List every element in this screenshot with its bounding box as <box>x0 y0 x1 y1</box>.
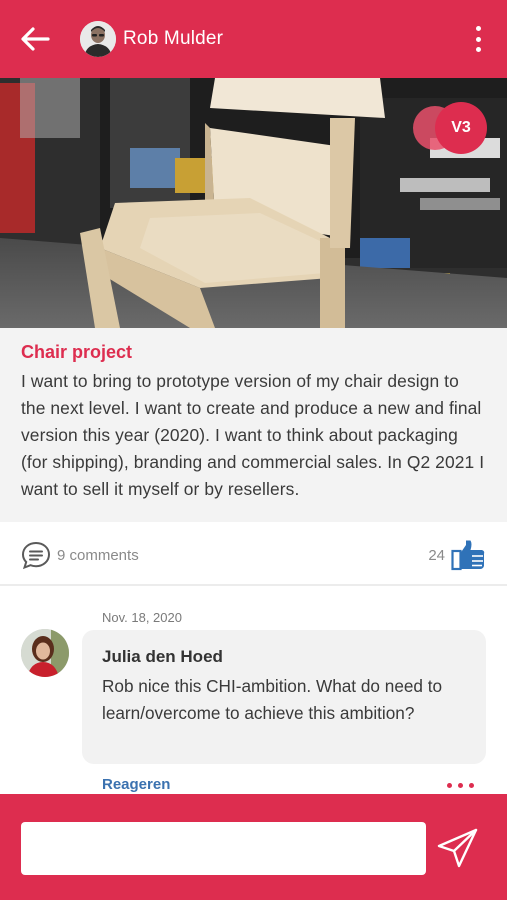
more-horizontal-icon <box>447 783 452 788</box>
comment-input[interactable] <box>21 822 426 875</box>
comment-composer-bar <box>0 794 507 900</box>
user-avatar[interactable] <box>80 21 116 57</box>
likes-count: 24 <box>428 546 445 564</box>
page-title: Rob Mulder <box>123 28 224 49</box>
post-stats: 9 comments 24 <box>0 522 507 586</box>
like-button[interactable]: 24 <box>428 539 487 571</box>
project-title: Chair project <box>21 342 133 362</box>
version-badge[interactable]: V3 <box>407 102 487 154</box>
project-body: I want to bring to prototype version of … <box>21 371 485 499</box>
more-vertical-icon <box>475 26 481 31</box>
send-button[interactable] <box>434 824 482 872</box>
back-button[interactable] <box>18 22 52 56</box>
comment-author: Julia den Hoed <box>102 647 223 666</box>
arrow-left-icon <box>21 27 50 51</box>
post-photo[interactable]: V3 <box>0 78 507 328</box>
comment-bubble: Julia den Hoed Rob nice this CHI-ambitio… <box>82 630 486 764</box>
more-options-button[interactable] <box>471 22 485 56</box>
app-header: Rob Mulder <box>0 0 507 78</box>
reply-link[interactable]: Reageren <box>102 776 170 793</box>
commenter-avatar-image <box>21 629 69 677</box>
commenter-avatar[interactable] <box>21 629 69 677</box>
comment-bubble-icon <box>21 541 51 570</box>
app-screen: Rob Mulder V3 Chair project I want to br… <box>0 0 507 900</box>
version-label: V3 <box>435 102 487 154</box>
comments-button[interactable]: 9 comments <box>20 539 139 571</box>
project-description: Chair project I want to bring to prototy… <box>0 328 507 522</box>
comments-count: 9 comments <box>57 546 139 564</box>
comment-date: Nov. 18, 2020 <box>102 610 182 625</box>
comment-more-button[interactable] <box>447 783 474 788</box>
thumbs-up-icon <box>451 540 485 571</box>
send-icon <box>437 828 478 868</box>
comment-text: Rob nice this CHI-ambition. What do need… <box>102 676 443 723</box>
avatar-image <box>80 21 116 57</box>
